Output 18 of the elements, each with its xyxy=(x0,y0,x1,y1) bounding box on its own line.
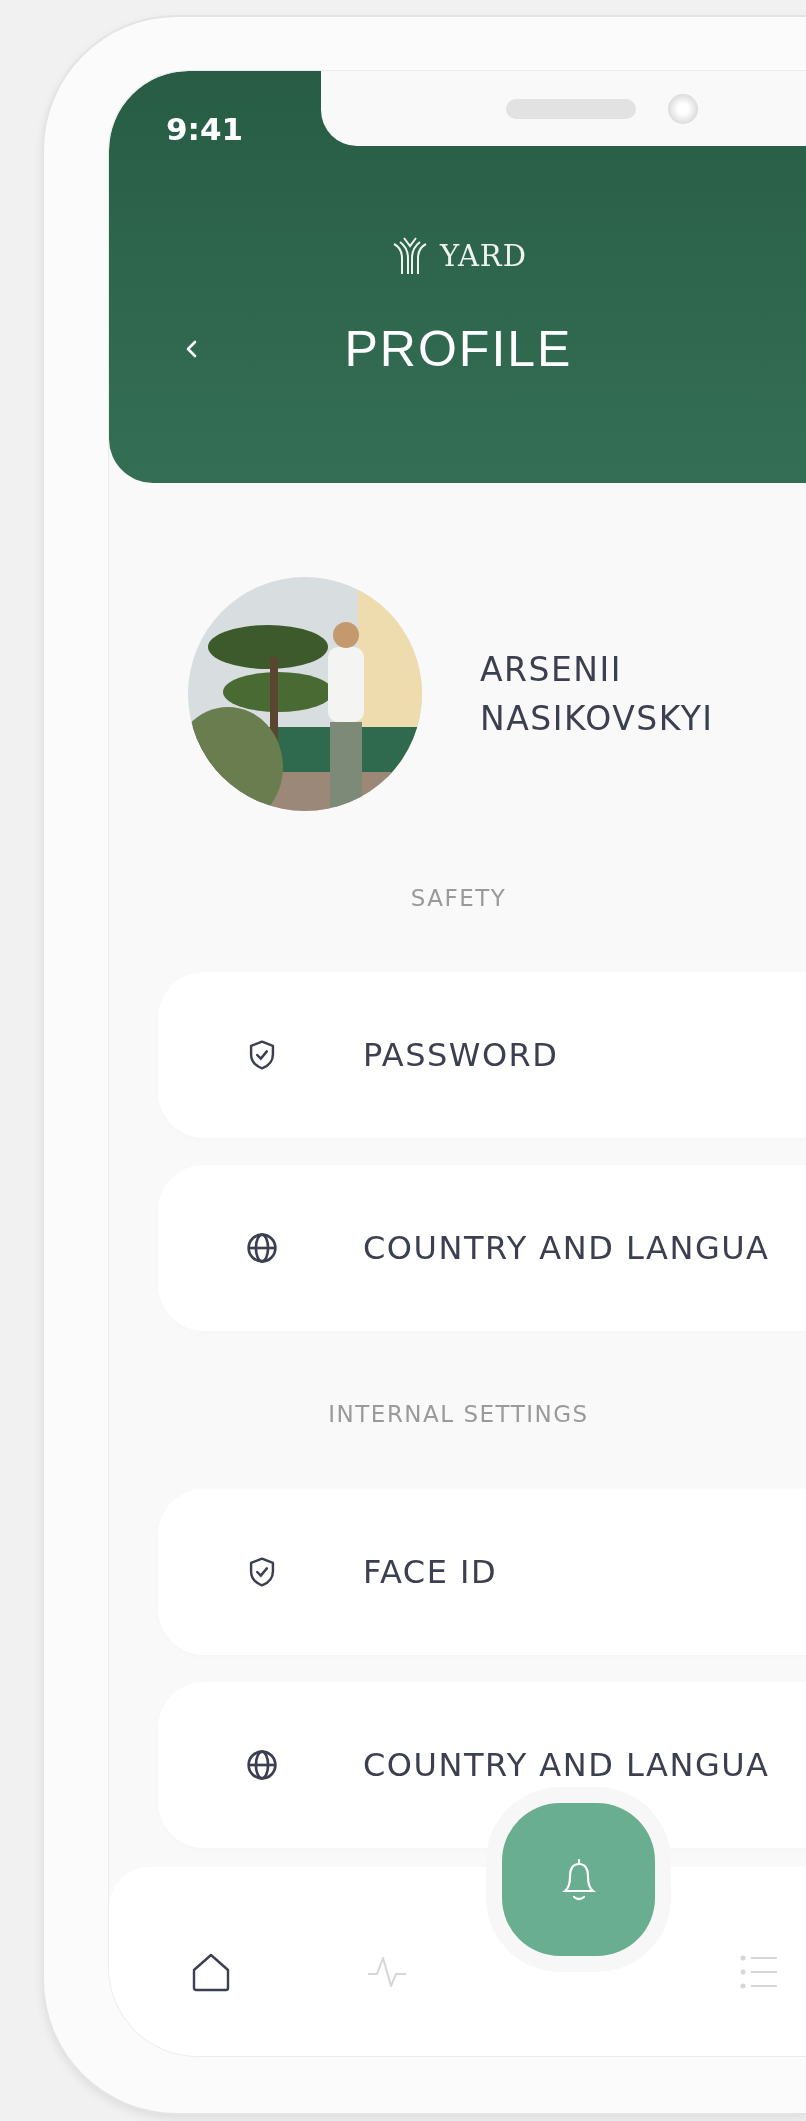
status-time: 9:41 xyxy=(166,111,244,147)
section-heading: SAFETY xyxy=(409,884,508,913)
item-label: COUNTRY AND LANGUA xyxy=(363,1227,770,1269)
home-icon[interactable] xyxy=(191,1952,231,1992)
page-title: PROFILE xyxy=(344,324,573,374)
section-heading: INTERNAL SETTINGS xyxy=(327,1399,590,1429)
item-label: COUNTRY AND LANGUA xyxy=(363,1745,770,1786)
item-label: FACE ID xyxy=(363,1552,498,1593)
globe-icon xyxy=(245,1748,279,1782)
settings-item[interactable]: FACE ID xyxy=(158,1489,806,1655)
settings-item[interactable]: COUNTRY AND LANGUA xyxy=(158,1164,806,1331)
user-name: ARSENII NASIKOVSKYI xyxy=(480,648,715,740)
item-label: PASSWORD xyxy=(363,1034,559,1076)
globe-icon xyxy=(245,1230,279,1265)
logo-text: YARD xyxy=(440,239,527,273)
settings-item[interactable]: COUNTRY AND LANGUA xyxy=(158,1682,806,1848)
settings-item[interactable]: PASSWORD xyxy=(158,971,806,1138)
camera-lens xyxy=(668,93,698,124)
